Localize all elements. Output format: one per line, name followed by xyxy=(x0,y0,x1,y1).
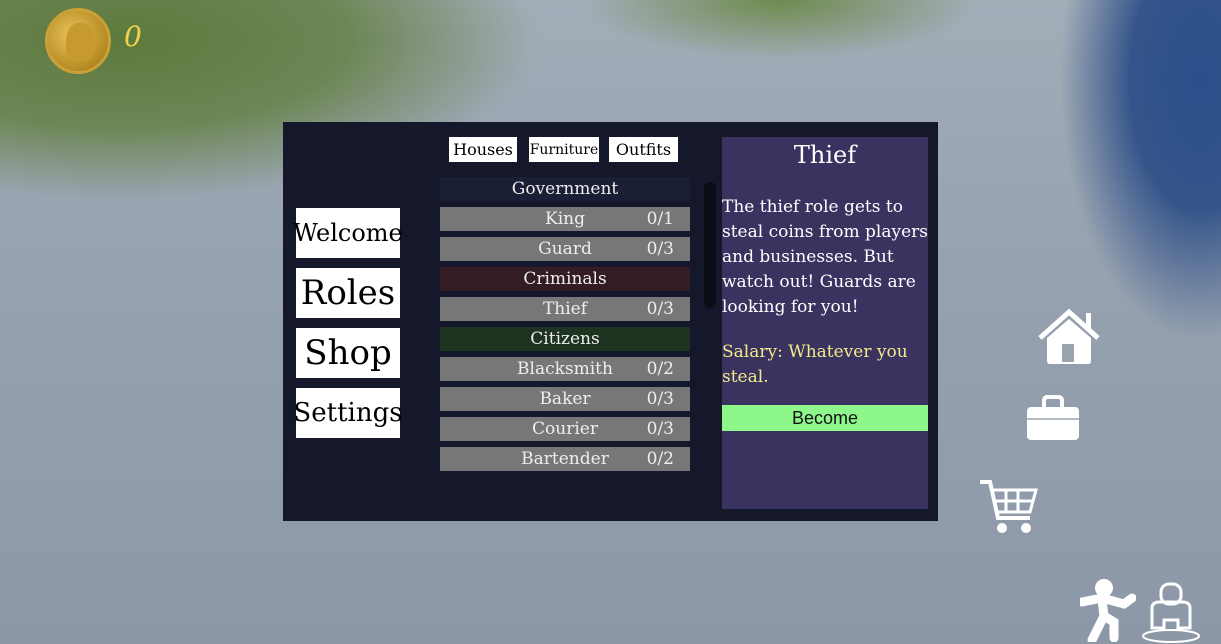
role-row[interactable]: Blacksmith 0/2 xyxy=(440,357,690,381)
role-label: Citizens xyxy=(530,329,600,349)
role-row[interactable]: Courier 0/3 xyxy=(440,417,690,441)
sprint-icon[interactable] xyxy=(1080,578,1136,642)
tab-outfits[interactable]: Outfits xyxy=(609,137,678,162)
role-label: Criminals xyxy=(523,269,607,289)
role-category-header: Criminals xyxy=(440,267,690,291)
role-slot-count: 0/2 xyxy=(646,359,674,379)
role-label: Baker xyxy=(539,389,591,409)
role-title: Thief xyxy=(793,141,857,169)
role-slot-count: 0/3 xyxy=(646,389,674,409)
role-category-header: Government xyxy=(440,177,690,201)
role-slot-count: 0/3 xyxy=(646,239,674,259)
house-icon[interactable] xyxy=(1038,308,1100,366)
role-row[interactable]: Baker 0/3 xyxy=(440,387,690,411)
role-slot-count: 0/2 xyxy=(646,449,674,469)
role-description: The thief role gets to steal coins from … xyxy=(722,197,929,317)
role-label: Blacksmith xyxy=(517,359,613,379)
role-slot-count: 0/1 xyxy=(646,209,674,229)
role-row[interactable]: Bartender 0/2 xyxy=(440,447,690,471)
role-slot-count: 0/3 xyxy=(646,419,674,439)
tab-houses[interactable]: Houses xyxy=(449,137,517,162)
role-label: King xyxy=(545,209,585,229)
role-label: Guard xyxy=(538,239,592,259)
nav-welcome-button[interactable]: Welcome xyxy=(293,208,403,258)
tab-furniture[interactable]: Furniture xyxy=(529,137,599,162)
shopping-cart-icon[interactable] xyxy=(978,478,1038,536)
role-row[interactable]: Thief 0/3 xyxy=(440,297,690,321)
nav-shop-button[interactable]: Shop xyxy=(296,328,400,378)
become-button[interactable]: Become xyxy=(722,405,928,431)
nav-roles-button[interactable]: Roles xyxy=(296,268,400,318)
roles-scrollbar[interactable] xyxy=(704,182,716,308)
role-category-header: Citizens xyxy=(440,327,690,351)
role-slot-count: 0/3 xyxy=(646,299,674,319)
role-row[interactable]: King 0/1 xyxy=(440,207,690,231)
avatar-icon[interactable] xyxy=(1140,582,1202,644)
role-row[interactable]: Guard 0/3 xyxy=(440,237,690,261)
role-salary: Salary: Whatever you steal. xyxy=(722,342,908,387)
role-label: Government xyxy=(511,179,619,199)
nav-settings-button[interactable]: Settings xyxy=(293,388,403,438)
role-label: Bartender xyxy=(521,449,609,469)
coin-count: 0 xyxy=(124,20,142,53)
briefcase-icon[interactable] xyxy=(1026,395,1080,441)
role-detail-panel: Thief The thief role gets to steal coins… xyxy=(722,137,928,509)
role-label: Courier xyxy=(532,419,598,439)
coin-portrait xyxy=(66,23,94,61)
role-label: Thief xyxy=(542,299,588,319)
gold-coin-icon xyxy=(45,8,111,74)
